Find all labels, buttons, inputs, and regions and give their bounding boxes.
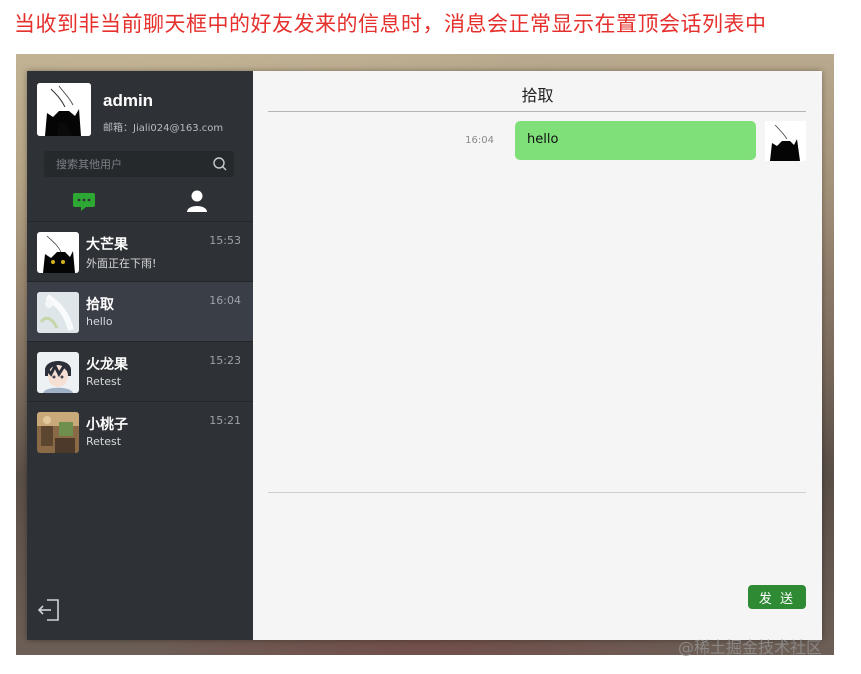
person-icon[interactable] — [186, 189, 208, 213]
contact-item-active[interactable]: 拾取 hello 16:04 — [27, 281, 253, 341]
contact-last-message: Retest — [86, 375, 122, 388]
user-email: 邮箱：Jiali024@163.com — [103, 123, 224, 134]
contact-name: 火龙果 — [86, 357, 128, 373]
search-input[interactable] — [44, 151, 216, 177]
avatar — [37, 292, 79, 333]
chat-panel: 拾取 16:04 hello 发 送 — [253, 71, 822, 640]
contact-last-message: 外面正在下雨! — [86, 257, 157, 270]
avatar — [37, 232, 79, 273]
sidebar-tabs — [27, 187, 253, 215]
input-divider — [268, 492, 806, 493]
contact-time: 15:23 — [209, 354, 241, 367]
username: admin — [103, 91, 154, 110]
contact-item[interactable]: 火龙果 Retest 15:23 — [27, 341, 253, 401]
search-box — [44, 151, 234, 177]
contact-time: 15:53 — [209, 234, 241, 247]
watermark-text: @稀土掘金技术社区 — [678, 638, 823, 657]
contact-item[interactable]: 小桃子 Retest 15:21 — [27, 401, 253, 461]
contact-last-message: hello — [86, 315, 113, 328]
chat-app-window: admin 邮箱：Jiali024@163.com 搜索其他用户 大芒果 外面正… — [27, 71, 822, 640]
contact-time: 15:21 — [209, 414, 241, 427]
contact-name: 大芒果 — [86, 237, 128, 253]
avatar — [765, 121, 806, 161]
contact-item[interactable]: 大芒果 外面正在下雨! 15:53 — [27, 221, 253, 281]
contact-last-message: Retest — [86, 435, 122, 448]
avatar — [37, 352, 79, 393]
contact-list: 大芒果 外面正在下雨! 15:53 拾取 hello 16:04 火龙果 Ret… — [27, 221, 253, 461]
avatar — [37, 412, 79, 453]
chat-bubble-icon[interactable] — [72, 191, 96, 213]
search-icon[interactable] — [212, 156, 228, 172]
caption-text: 当收到非当前聊天框中的好友发来的信息时，消息会正常显示在置顶会话列表中 — [14, 12, 767, 36]
header-divider — [268, 111, 806, 112]
avatar[interactable] — [37, 83, 91, 136]
contact-name: 小桃子 — [86, 417, 128, 433]
message-time: 16:04 — [465, 135, 494, 146]
message-bubble: hello — [515, 121, 756, 160]
chat-title: 拾取 — [521, 86, 554, 105]
contact-name: 拾取 — [86, 297, 114, 313]
message-row: 16:04 hello — [286, 121, 806, 163]
black-cat-avatar-icon — [37, 83, 91, 136]
user-profile: admin 邮箱：Jiali024@163.com — [37, 83, 247, 139]
sidebar: admin 邮箱：Jiali024@163.com 搜索其他用户 大芒果 外面正… — [27, 71, 253, 640]
logout-icon[interactable] — [37, 598, 61, 622]
contact-time: 16:04 — [209, 294, 241, 307]
send-button[interactable]: 发 送 — [748, 585, 806, 609]
